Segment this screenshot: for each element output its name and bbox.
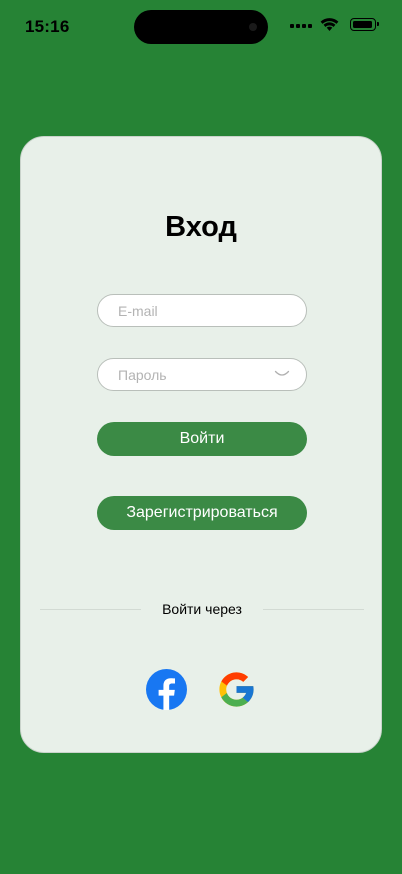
eye-closed-icon[interactable] [274, 369, 290, 379]
status-bar: 15:16 [0, 0, 402, 56]
battery-icon [350, 18, 379, 31]
page-title: Вход [165, 211, 237, 243]
password-input[interactable] [98, 359, 268, 390]
wifi-icon [320, 18, 339, 31]
email-input[interactable] [98, 295, 268, 326]
cellular-icon [290, 24, 312, 28]
login-card: Вход Войти Зарегистрироваться Войти чере… [20, 136, 382, 753]
register-button[interactable]: Зарегистрироваться [97, 496, 307, 530]
facebook-icon[interactable] [146, 669, 187, 710]
password-field[interactable] [97, 358, 307, 391]
email-field[interactable] [97, 294, 307, 327]
dynamic-island [134, 10, 268, 44]
social-divider: Войти через [40, 600, 364, 618]
login-button[interactable]: Войти [97, 422, 307, 456]
divider-line [263, 609, 364, 610]
google-icon[interactable] [216, 669, 257, 710]
status-time: 15:16 [25, 17, 70, 36]
